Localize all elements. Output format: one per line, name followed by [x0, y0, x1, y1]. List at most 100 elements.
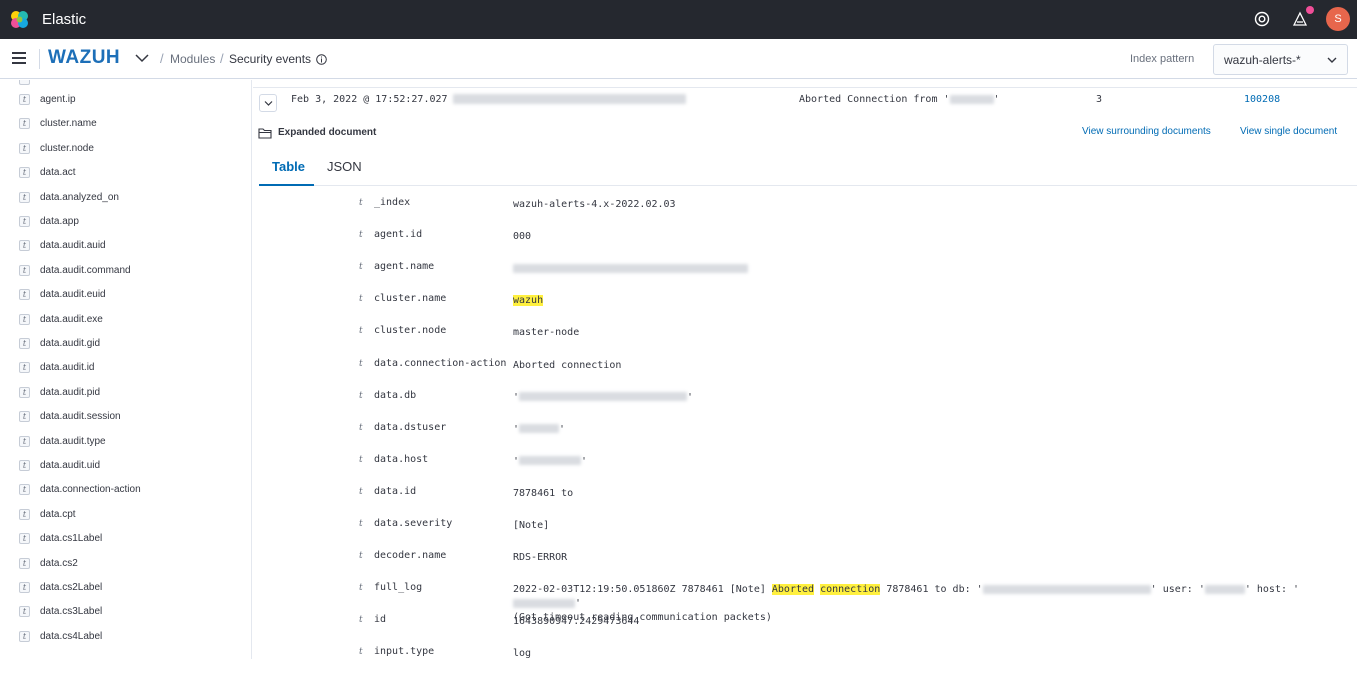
field-item[interactable]: t agent.ip: [0, 88, 251, 112]
string-type-icon: t: [359, 294, 363, 305]
string-type-icon: t: [359, 390, 363, 401]
document-field-row: t cluster.name wazuh: [253, 290, 1357, 322]
field-name: data.app: [40, 216, 79, 227]
document-field-row: t agent.name: [253, 258, 1357, 290]
field-name: data.audit.type: [40, 435, 106, 447]
string-type-icon: t: [359, 486, 363, 497]
document-field-key: input.type: [374, 646, 435, 658]
index-pattern-label: Index pattern: [1130, 53, 1195, 65]
string-type-icon: t: [19, 118, 30, 130]
tab-json[interactable]: JSON: [327, 159, 362, 174]
string-type-icon: t: [359, 454, 363, 465]
field-name: data.cpt: [40, 508, 76, 520]
string-type-icon: t: [19, 606, 30, 618]
field-item[interactable]: t data.audit.pid: [0, 381, 251, 405]
field-item[interactable]: t data.act: [0, 161, 251, 185]
header-divider: [39, 49, 40, 69]
document-field-value: ' ': [513, 391, 694, 403]
string-type-icon: t: [19, 435, 30, 447]
document-field-key: cluster.name: [374, 293, 447, 305]
field-name: agent.ip: [40, 94, 76, 105]
string-type-icon: t: [359, 230, 363, 241]
field-item[interactable]: t data.app: [0, 210, 251, 234]
field-item[interactable]: t data.audit.auid: [0, 234, 251, 258]
breadcrumb-separator: /: [220, 51, 224, 66]
string-type-icon: t: [19, 533, 30, 545]
field-name: data.analyzed_on: [40, 191, 119, 203]
field-item[interactable]: t data.audit.uid: [0, 454, 251, 478]
field-name: data.cs3Label: [40, 606, 103, 618]
breadcrumb-security-events: Security events: [229, 52, 312, 66]
document-field-row: t decoder.name RDS-ERROR: [253, 547, 1357, 579]
field-name: data.connection-action: [40, 484, 141, 496]
field-item[interactable]: t data.audit.session: [0, 405, 251, 429]
index-pattern-select[interactable]: wazuh-alerts-*: [1213, 44, 1348, 75]
string-type-icon: t: [19, 411, 30, 423]
field-item[interactable]: t data.cs4Label: [0, 625, 251, 649]
info-icon[interactable]: [316, 54, 327, 65]
view-surrounding-documents-link[interactable]: View surrounding documents: [1082, 126, 1211, 137]
string-type-icon: t: [359, 583, 363, 594]
field-name: data.cs4Label: [40, 630, 103, 642]
user-avatar[interactable]: S: [1326, 7, 1350, 31]
string-type-icon: t: [19, 216, 30, 227]
document-field-value: [513, 262, 1343, 276]
field-item[interactable]: t data.audit.type: [0, 430, 251, 454]
redacted-agent-name: [453, 94, 686, 104]
chevron-down-icon[interactable]: [135, 53, 149, 63]
field-list-sidebar[interactable]: t agent.ip t cluster.name t cluster.node t data…: [0, 80, 252, 659]
document-field-key: data.severity: [374, 518, 453, 529]
string-type-icon: t: [359, 615, 363, 626]
document-field-key: cluster.node: [374, 325, 447, 337]
field-item[interactable]: t data.cs2: [0, 552, 251, 576]
field-item[interactable]: t data.cs3Label: [0, 600, 251, 624]
wazuh-logo[interactable]: WAZUH: [48, 47, 120, 69]
field-item[interactable]: t data.cs1Label: [0, 527, 251, 551]
field-item[interactable]: t cluster.node: [0, 137, 251, 161]
document-field-value: ' ': [513, 455, 588, 467]
document-field-value: ' ': [513, 423, 566, 435]
event-description: Aborted Connection from ' ': [799, 94, 1000, 105]
string-type-icon: t: [359, 519, 363, 529]
view-single-document-link[interactable]: View single document: [1240, 126, 1337, 137]
string-type-icon: t: [19, 142, 30, 154]
field-item[interactable]: t data.audit.id: [0, 356, 251, 380]
string-type-icon: t: [19, 460, 30, 471]
document-field-value: 000: [513, 231, 532, 243]
expanded-document-title: Expanded document: [278, 127, 377, 138]
field-item[interactable]: t data.analyzed_on: [0, 186, 251, 210]
field-item[interactable]: t data.cs2Label: [0, 576, 251, 600]
breadcrumb-modules[interactable]: Modules: [170, 52, 215, 66]
field-item[interactable]: t data.audit.gid: [0, 332, 251, 356]
document-field-key: agent.name: [374, 261, 435, 273]
chevron-down-icon: [264, 101, 273, 106]
elastic-logo-icon[interactable]: [9, 9, 30, 30]
tab-table[interactable]: Table: [259, 159, 314, 186]
document-field-row: t data.dstuser ' ': [253, 419, 1357, 451]
string-type-icon: t: [19, 338, 30, 349]
document-field-key: id: [374, 614, 387, 626]
document-field-key: data.host: [374, 453, 429, 465]
hamburger-menu-icon[interactable]: [12, 52, 26, 64]
field-item[interactable]: t data.audit.exe: [0, 308, 251, 332]
collapse-row-button[interactable]: [259, 94, 277, 112]
event-rule-level: 3: [1096, 94, 1103, 105]
string-type-icon: [19, 80, 30, 85]
field-item[interactable]: t cluster.name: [0, 112, 251, 136]
help-icon[interactable]: [1253, 10, 1271, 28]
document-field-row: t data.severity [Note]: [253, 515, 1357, 547]
string-type-icon: t: [19, 167, 30, 179]
string-type-icon: t: [19, 508, 30, 520]
field-item[interactable]: t data.connection-action: [0, 478, 251, 502]
field-item[interactable]: t data.cpt: [0, 503, 251, 527]
breadcrumb-separator: /: [160, 51, 164, 66]
event-rule-id-link[interactable]: 100208: [1244, 94, 1280, 105]
string-type-icon: t: [19, 264, 30, 276]
string-type-icon: t: [359, 358, 363, 369]
field-name: data.audit.gid: [40, 338, 101, 349]
field-item[interactable]: t data.audit.command: [0, 259, 251, 283]
field-item[interactable]: t data.audit.euid: [0, 283, 251, 307]
field-name: cluster.name: [40, 118, 97, 130]
string-type-icon: t: [19, 484, 30, 496]
field-name: data.audit.auid: [40, 240, 106, 252]
